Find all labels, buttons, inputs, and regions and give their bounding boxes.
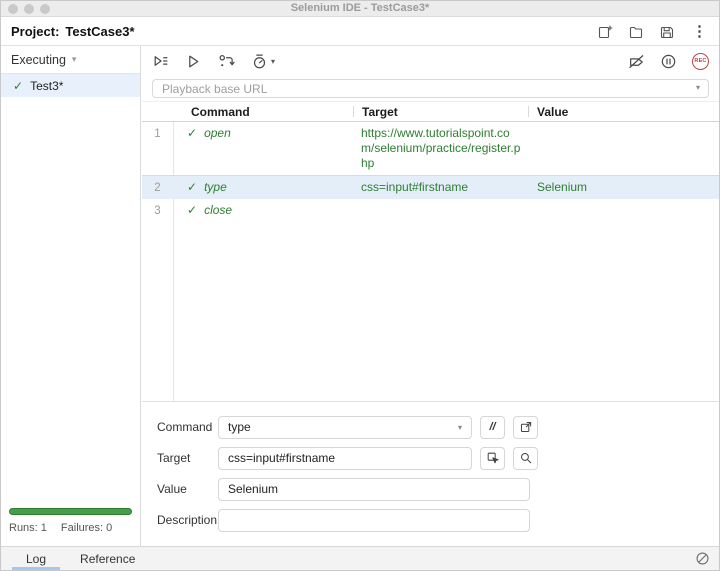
project-label: Project:: [11, 24, 59, 39]
sidebar-item-test3[interactable]: ✓ Test3*: [1, 74, 140, 97]
more-menu-icon[interactable]: ⋮: [690, 24, 709, 39]
value-field-label: Value: [152, 482, 218, 496]
tests-sidebar: Executing ▾ ✓ Test3* Runs: 1 Failures: 0: [1, 46, 141, 546]
target-input[interactable]: [218, 447, 472, 470]
chevron-down-icon: ▾: [458, 423, 462, 432]
row-number: 1: [142, 122, 173, 141]
window-title: Selenium IDE - TestCase3*: [1, 1, 719, 16]
selenium-ide-window: Selenium IDE - TestCase3* Project: TestC…: [0, 0, 720, 571]
speed-timer-icon: [251, 53, 268, 70]
command-edit-form: Command type ▾ // Target: [142, 401, 719, 546]
column-header-value: Value: [528, 102, 719, 121]
test-name: Test3*: [30, 79, 63, 93]
target-cell: css=input#firstname: [353, 176, 529, 199]
main-content: ▾ REC ▾ Command Target Value: [142, 46, 719, 546]
command-table-header: Command Target Value: [142, 101, 719, 122]
titlebar: Selenium IDE - TestCase3*: [1, 1, 719, 17]
find-target-icon[interactable]: [513, 447, 538, 470]
playback-base-url-input[interactable]: [152, 79, 709, 98]
run-all-tests-icon[interactable]: [152, 53, 169, 70]
runs-count: Runs: 1: [9, 522, 47, 534]
column-header-target: Target: [353, 102, 528, 121]
playback-toolbar: ▾ REC: [142, 46, 719, 76]
run-current-test-icon[interactable]: [185, 53, 202, 70]
tests-filter-dropdown[interactable]: Executing ▾: [1, 46, 140, 74]
target-field-label: Target: [152, 451, 218, 465]
disable-breakpoints-icon[interactable]: [628, 53, 645, 70]
value-cell: Selenium: [529, 176, 719, 199]
table-row[interactable]: 3 ✓ close: [142, 199, 719, 222]
maximize-window-button[interactable]: [40, 4, 50, 14]
run-stats: Runs: 1 Failures: 0: [9, 522, 112, 534]
pause-on-exceptions-icon[interactable]: [660, 53, 677, 70]
test-speed-control[interactable]: ▾: [251, 53, 275, 70]
test-progress-bar: [9, 508, 132, 515]
command-cell: close: [204, 203, 232, 218]
tab-log[interactable]: Log: [9, 547, 63, 570]
value-cell: [529, 199, 719, 207]
project-name: TestCase3*: [65, 24, 134, 39]
command-passed-check-icon: ✓: [187, 126, 197, 141]
step-over-icon[interactable]: [218, 53, 235, 70]
chevron-down-icon: ▾: [72, 54, 77, 65]
command-passed-check-icon: ✓: [187, 180, 197, 195]
table-row-selected[interactable]: 2 ✓ type css=input#firstname Selenium: [142, 175, 719, 199]
row-number: 2: [142, 176, 173, 195]
row-number: 3: [142, 199, 173, 218]
select-target-in-page-icon[interactable]: [480, 447, 505, 470]
playback-url-row: ▾: [142, 76, 719, 101]
failures-count: Failures: 0: [61, 522, 112, 534]
command-select[interactable]: type ▾: [218, 416, 472, 439]
chevron-down-icon: ▾: [271, 57, 275, 66]
tab-reference[interactable]: Reference: [63, 547, 152, 570]
minimize-window-button[interactable]: [24, 4, 34, 14]
column-header-command: Command: [142, 102, 353, 121]
close-window-button[interactable]: [8, 4, 18, 14]
new-project-icon[interactable]: [597, 24, 613, 40]
traffic-lights: [8, 4, 50, 14]
description-input[interactable]: [218, 509, 530, 532]
open-project-icon[interactable]: [628, 24, 644, 40]
chevron-down-icon[interactable]: ▾: [696, 83, 700, 92]
value-cell: [529, 122, 719, 130]
open-reference-window-icon[interactable]: [513, 416, 538, 439]
tests-filter-label: Executing: [11, 53, 66, 67]
command-cell: open: [204, 126, 231, 141]
toggle-comment-button[interactable]: //: [480, 416, 505, 439]
target-cell: [353, 199, 529, 207]
clear-log-icon[interactable]: [695, 551, 710, 566]
value-input[interactable]: [218, 478, 530, 501]
command-table: 1 ✓ open https://www.tutorialspoint.com/…: [142, 122, 719, 401]
target-cell: https://www.tutorialspoint.com/selenium/…: [353, 122, 529, 175]
description-field-label: Description: [152, 513, 218, 527]
table-row[interactable]: 1 ✓ open https://www.tutorialspoint.com/…: [142, 122, 719, 175]
test-passed-check-icon: ✓: [13, 79, 23, 93]
bottom-tab-bar: Log Reference: [1, 546, 719, 570]
record-button[interactable]: REC: [692, 53, 709, 70]
command-passed-check-icon: ✓: [187, 203, 197, 218]
save-project-icon[interactable]: [659, 24, 675, 40]
project-bar: Project: TestCase3* ⋮: [1, 18, 719, 46]
command-field-label: Command: [152, 420, 218, 434]
command-cell: type: [204, 180, 227, 195]
command-select-value: type: [228, 420, 251, 434]
